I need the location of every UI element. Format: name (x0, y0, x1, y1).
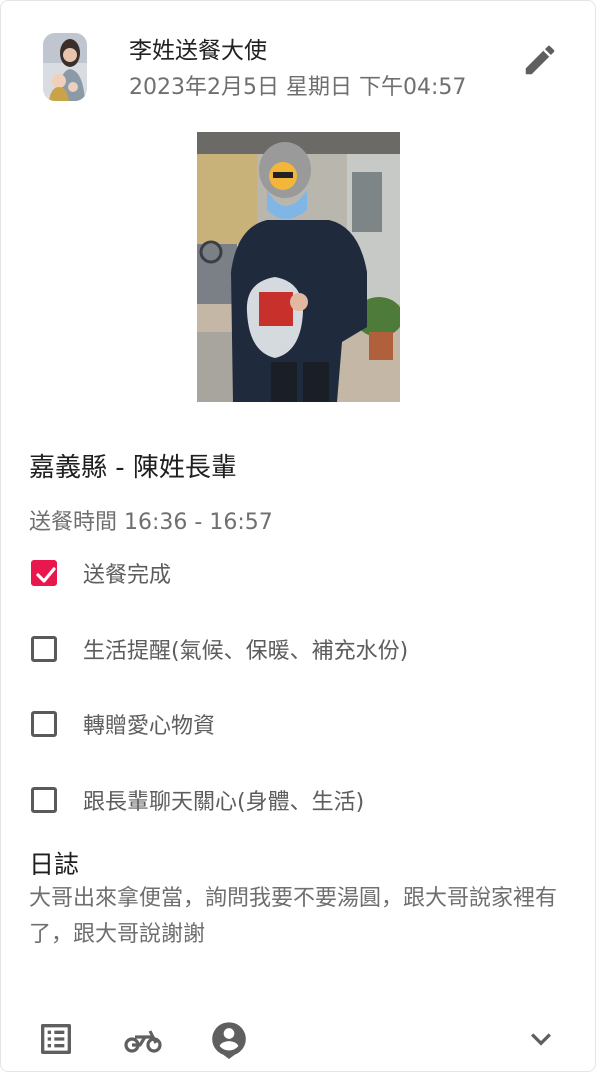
avatar[interactable] (43, 33, 87, 101)
task-chat-care[interactable]: 跟長輩聊天關心(身體、生活) (29, 783, 364, 817)
task-label: 跟長輩聊天關心(身體、生活) (83, 790, 365, 815)
log-text: 大哥出來拿便當，詢問我要不要湯圓，跟大哥說家裡有了，跟大哥說謝謝 (29, 886, 558, 947)
delivery-photo[interactable] (197, 132, 400, 402)
task-label: 生活提醒(氣候、保暖、補充水份) (83, 639, 409, 664)
task-donate-supplies[interactable]: 轉贈愛心物資 (29, 707, 215, 741)
chevron-down-icon (531, 1033, 551, 1046)
log-title: 日誌 (29, 850, 80, 879)
task-life-reminder[interactable]: 生活提醒(氣候、保暖、補充水份) (29, 632, 408, 666)
task-label: 送餐完成 (83, 563, 172, 588)
task-delivery-complete[interactable]: 送餐完成 (29, 556, 171, 590)
edit-button[interactable] (521, 41, 559, 79)
check-icon (36, 567, 56, 583)
scooter-icon (124, 1030, 162, 1053)
post-datetime: 2023年2月5日 星期日 下午04:57 (129, 75, 467, 100)
pencil-icon (525, 45, 555, 75)
person-pin-icon (212, 1022, 246, 1059)
author-name: 李姓送餐大使 (129, 38, 267, 64)
task-label: 轉贈愛心物資 (83, 714, 216, 739)
unchecked-checkbox[interactable] (31, 711, 57, 737)
delivery-time: 送餐時間 16:36 - 16:57 (29, 510, 273, 535)
scooter-button[interactable] (123, 1019, 163, 1059)
list-button[interactable] (36, 1019, 76, 1059)
delivery-card: 李姓送餐大使 2023年2月5日 星期日 下午04:57 嘉義縣 - 陳姓長輩 … (0, 0, 596, 1072)
recipient-location-button[interactable] (209, 1019, 249, 1059)
expand-button[interactable] (521, 1019, 561, 1059)
checked-checkbox[interactable] (31, 560, 57, 586)
unchecked-checkbox[interactable] (31, 787, 57, 813)
recipient-title: 嘉義縣 - 陳姓長輩 (29, 453, 237, 483)
unchecked-checkbox[interactable] (31, 636, 57, 662)
list-icon (41, 1024, 71, 1054)
